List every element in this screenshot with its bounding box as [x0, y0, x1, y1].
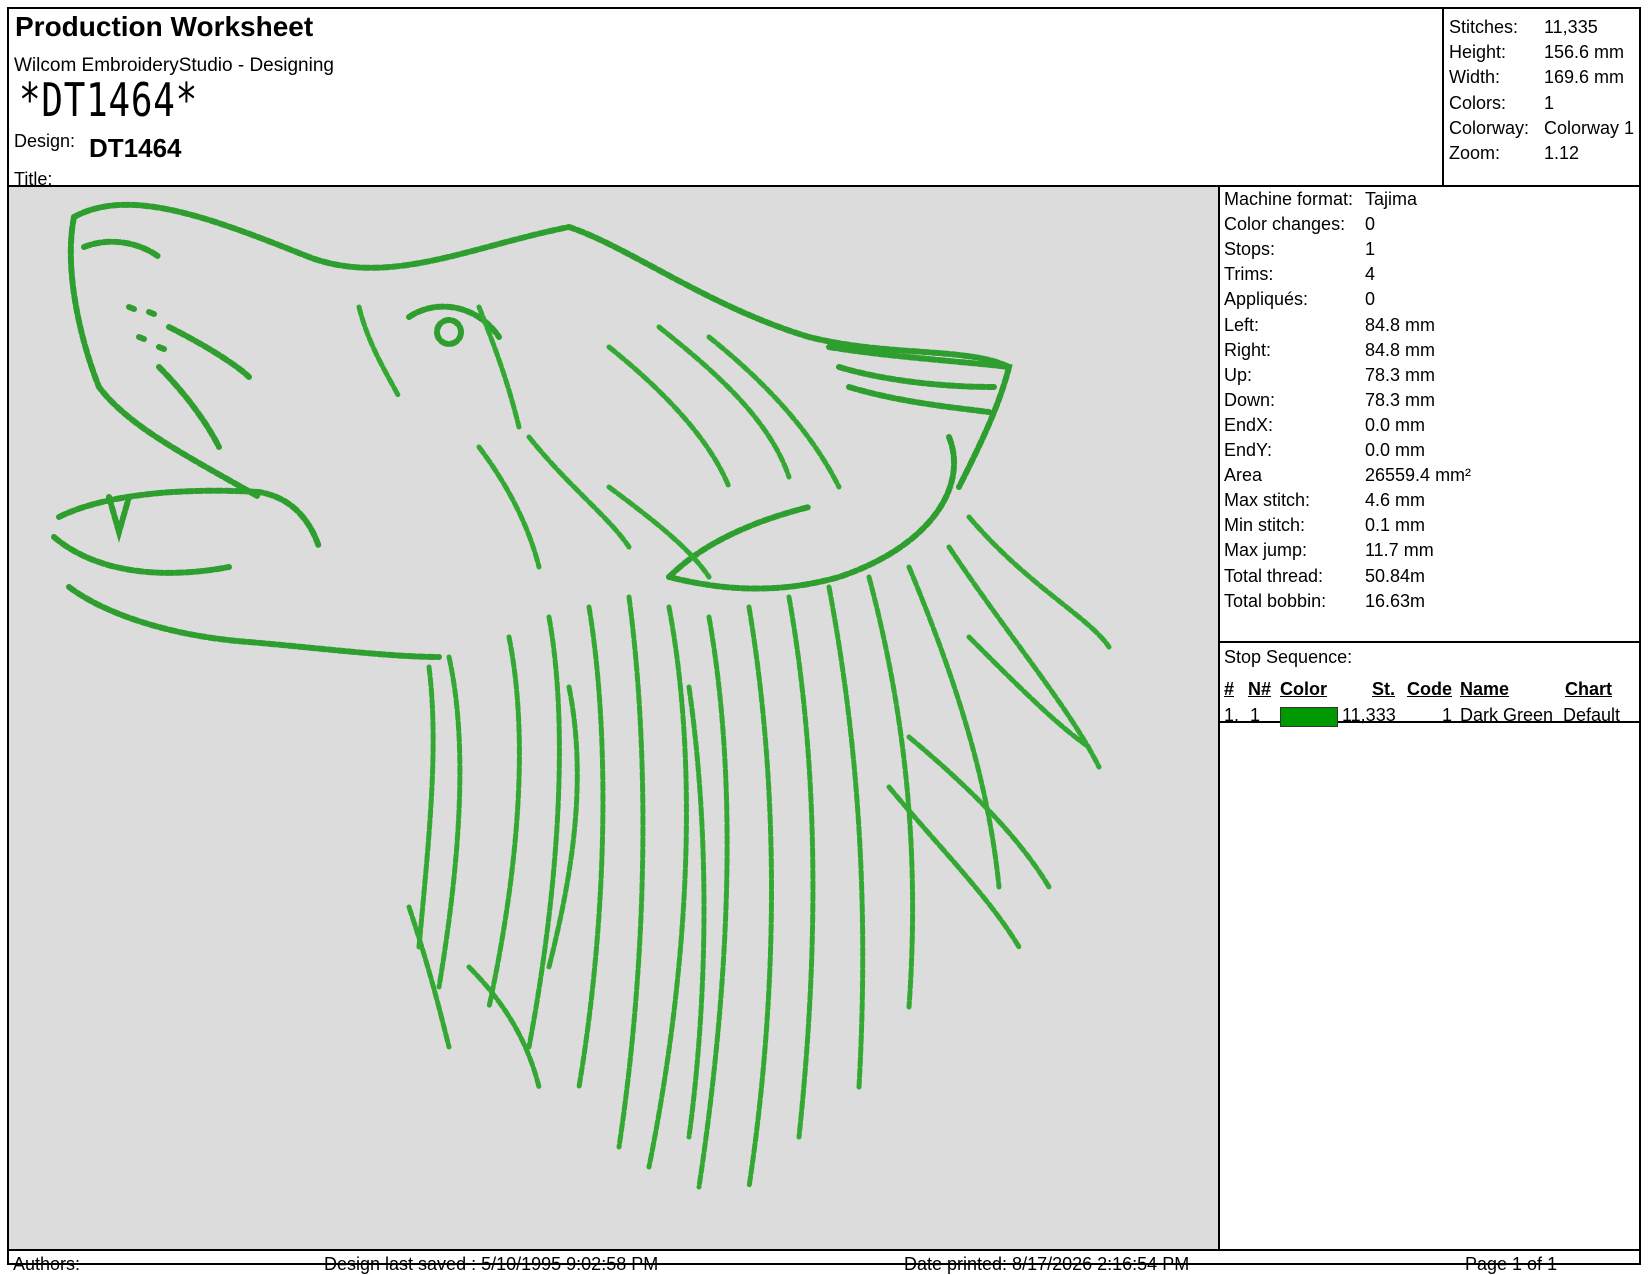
stop-row-stitches: 11,333	[1342, 705, 1396, 725]
detail-label: Total thread:	[1224, 565, 1324, 586]
col-header-st: St.	[1372, 679, 1396, 699]
wolf-embroidery-image	[51, 201, 1112, 1190]
stop-row-num: 1.	[1224, 705, 1240, 725]
detail-label: Min stitch:	[1224, 515, 1306, 536]
detail-label: Down:	[1224, 389, 1276, 410]
detail-label: Machine format:	[1224, 189, 1354, 209]
col-header-chart: Chart	[1565, 679, 1613, 699]
detail-label: Total bobbin:	[1224, 590, 1327, 611]
detail-label: Up:	[1224, 364, 1253, 385]
detail-label: Color changes:	[1224, 214, 1346, 235]
detail-value: 16.63m	[1365, 590, 1426, 611]
summary-box: Stitches: 11,335 Height: 156.6 mm Width: 16…	[1442, 9, 1641, 185]
detail-value: 4	[1365, 264, 1376, 285]
detail-label: EndX:	[1224, 414, 1274, 435]
detail-label: EndY:	[1224, 440, 1273, 460]
design-value: DT1464	[89, 133, 182, 163]
worksheet: Production Worksheet Wilcom EmbroiderySt…	[7, 7, 1641, 1274]
design-preview	[9, 187, 1220, 1249]
detail-label: Left:	[1224, 314, 1260, 335]
detail-label: Max jump:	[1224, 540, 1308, 561]
detail-label: Stops:	[1224, 239, 1276, 260]
stop-row-chart: Default	[1563, 705, 1621, 725]
detail-value: 1	[1365, 239, 1376, 260]
worksheet-footer: Authors: Design last saved : 5/10/1995 9…	[9, 1249, 1639, 1274]
detail-value: 78.3 mm	[1365, 364, 1436, 385]
design-details-table: Machine format: Tajima Color changes: 0 Stop…	[1220, 187, 1641, 643]
col-header-code: Code	[1407, 679, 1452, 699]
design-barcode: *DT1464*	[19, 73, 199, 127]
detail-value: 0.1 mm	[1365, 515, 1426, 536]
detail-value: 26559.4 mm²	[1365, 465, 1472, 486]
col-header-n: N#	[1248, 679, 1272, 699]
col-header-name: Name	[1460, 679, 1510, 699]
last-saved: Design last saved : 5/10/1995 9:02:58 PM	[324, 1254, 659, 1274]
worksheet-header: Production Worksheet Wilcom EmbroiderySt…	[9, 9, 1641, 189]
stop-row-code: 1	[1442, 705, 1453, 725]
detail-label: Area	[1224, 465, 1263, 486]
detail-value: Tajima	[1365, 189, 1418, 209]
detail-label: Trims:	[1224, 264, 1274, 285]
detail-label: Appliqués:	[1224, 289, 1309, 310]
col-header-num: #	[1224, 679, 1235, 699]
design-label: Design:	[14, 131, 76, 151]
col-header-color: Color	[1280, 679, 1327, 699]
page-title: Production Worksheet	[15, 11, 314, 42]
detail-value: 84.8 mm	[1365, 314, 1436, 335]
page-number: Page 1 of 1	[1465, 1254, 1558, 1274]
color-swatch	[1280, 707, 1338, 727]
detail-value: 0	[1365, 214, 1376, 235]
detail-value: 4.6 mm	[1365, 490, 1426, 511]
detail-label: Max stitch:	[1224, 490, 1311, 511]
stop-row-name: Dark Green	[1460, 705, 1554, 725]
detail-value: 50.84m	[1365, 565, 1426, 586]
authors-label: Authors:	[13, 1254, 81, 1274]
date-printed: Date printed: 8/17/2026 2:16:54 PM	[904, 1254, 1190, 1274]
detail-value: 11.7 mm	[1365, 540, 1434, 561]
detail-label: Right:	[1224, 339, 1272, 360]
detail-value: 0	[1365, 289, 1376, 310]
detail-value: 84.8 mm	[1365, 339, 1436, 360]
detail-value: 0.0 mm	[1365, 440, 1426, 460]
stop-sequence-title: Stop Sequence:	[1224, 647, 1353, 667]
detail-value: 0.0 mm	[1365, 414, 1426, 435]
stop-row-n: 1	[1250, 705, 1261, 725]
stop-sequence: Stop Sequence: # N# Color St. Code Name …	[1220, 643, 1641, 727]
detail-value: 78.3 mm	[1365, 389, 1436, 410]
design-info-panel: Machine format: Tajima Color changes: 0 Stop…	[1220, 187, 1641, 1249]
